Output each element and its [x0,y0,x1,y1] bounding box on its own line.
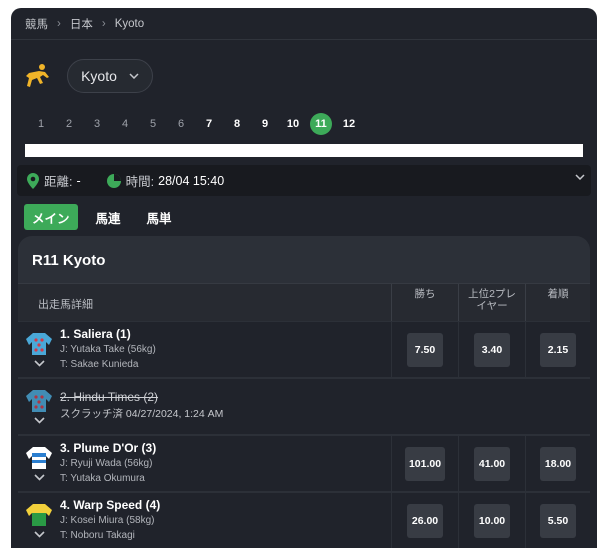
runner-jockey: J: Ryuji Wada (56kg) [60,458,153,469]
runner-name: 1. Saliera (1) [60,327,131,341]
odds-top2-button[interactable]: 3.40 [474,333,510,367]
race-number-2[interactable]: 2 [55,113,83,135]
odds-place-button[interactable]: 2.15 [540,333,576,367]
race-number-6[interactable]: 6 [167,113,195,135]
progress-bar [25,144,583,157]
chevron-down-icon [129,73,139,79]
scratched-status: スクラッチ済 04/27/2024, 1:24 AM [60,408,224,420]
runner-trainer: T: Sakae Kunieda [60,359,139,370]
location-pin-icon [27,172,39,189]
breadcrumb-item-track: Kyoto [114,17,145,30]
track-dropdown[interactable]: Kyoto [67,59,153,93]
time-value: 28/04 15:40 [158,173,225,188]
column-top2: 上位2プレイヤー [458,284,525,322]
race-number-selector: 1 2 3 4 5 6 7 8 9 10 11 12 [27,113,363,135]
runner-jockey: J: Kosei Miura (58kg) [60,515,155,526]
odds-top2-button[interactable]: 10.00 [474,504,510,538]
tab-main[interactable]: メイン [24,204,78,230]
column-runner-details: 出走馬詳細 [38,299,93,311]
clock-icon [106,173,121,188]
race-card: R11 Kyoto 出走馬詳細 勝ち 上位2プレイヤー 着順 1. Salier… [18,236,590,548]
distance-value: - [76,173,81,188]
expand-chevron-icon[interactable] [34,360,45,367]
race-number-7[interactable]: 7 [195,113,223,135]
jockey-silks-icon [26,333,52,355]
expand-chevron-icon[interactable] [34,531,45,538]
race-number-12[interactable]: 12 [335,113,363,135]
race-number-5[interactable]: 5 [139,113,167,135]
runner-trainer: T: Noboru Takagi [60,530,135,541]
column-win: 勝ち [391,284,458,322]
distance-label: 距離: [44,175,73,189]
odds-place-button[interactable]: 5.50 [540,504,576,538]
race-number-10[interactable]: 10 [279,113,307,135]
table-header: 出走馬詳細 勝ち 上位2プレイヤー 着順 [18,283,590,322]
time-label: 時間: [125,175,155,189]
runner-jockey: J: Yutaka Take (56kg) [60,344,156,355]
race-number-9[interactable]: 9 [251,113,279,135]
race-number-3[interactable]: 3 [83,113,111,135]
horse-racing-icon [26,64,49,87]
expand-chevron-icon[interactable] [34,474,45,481]
runner-name: 2. Hindu Times (2) [60,390,159,404]
column-place: 着順 [525,284,590,322]
chevron-right-icon: › [101,17,106,30]
table-row: 3. Plume D'Or (3) J: Ryuji Wada (56kg) T… [18,435,590,492]
race-number-4[interactable]: 4 [111,113,139,135]
odds-win-button[interactable]: 26.00 [407,504,443,538]
jockey-silks-icon [26,447,52,469]
odds-top2-button[interactable]: 41.00 [474,447,510,481]
runner-name: 4. Warp Speed (4) [60,498,161,512]
market-tabs: メイン 馬連 馬単 [24,204,180,230]
odds-win-button[interactable]: 101.00 [405,447,445,481]
track-dropdown-value: Kyoto [81,68,117,84]
sportsbook-panel: 競馬 › 日本 › Kyoto Kyoto 1 2 3 4 5 6 7 8 9 … [11,8,597,548]
table-row: 1. Saliera (1) J: Yutaka Take (56kg) T: … [18,321,590,378]
race-title: R11 Kyoto [32,252,106,269]
tab-quinella[interactable]: 馬連 [88,204,129,230]
expand-chevron-icon[interactable] [34,417,45,424]
chevron-down-icon [575,174,585,180]
runner-name: 3. Plume D'Or (3) [60,441,157,455]
tab-exacta[interactable]: 馬単 [139,204,180,230]
breadcrumb-item-horse-racing[interactable]: 競馬 [25,16,48,32]
odds-win-button[interactable]: 7.50 [407,333,443,367]
race-number-11-active[interactable]: 11 [310,113,332,135]
table-row: 4. Warp Speed (4) J: Kosei Miura (58kg) … [18,492,590,548]
race-number-1[interactable]: 1 [27,113,55,135]
chevron-right-icon: › [57,17,61,30]
breadcrumb: 競馬 › 日本 › Kyoto [11,8,597,40]
breadcrumb-item-japan[interactable]: 日本 [70,16,93,32]
race-info-bar[interactable]: 距離: - 時間: 28/04 15:40 [17,165,591,196]
odds-place-button[interactable]: 18.00 [540,447,576,481]
table-row-scratched: 2. Hindu Times (2) スクラッチ済 04/27/2024, 1:… [18,378,590,434]
race-number-8[interactable]: 8 [223,113,251,135]
jockey-silks-icon [26,504,52,526]
jockey-silks-icon [26,390,52,412]
runner-trainer: T: Yutaka Okumura [60,473,145,484]
